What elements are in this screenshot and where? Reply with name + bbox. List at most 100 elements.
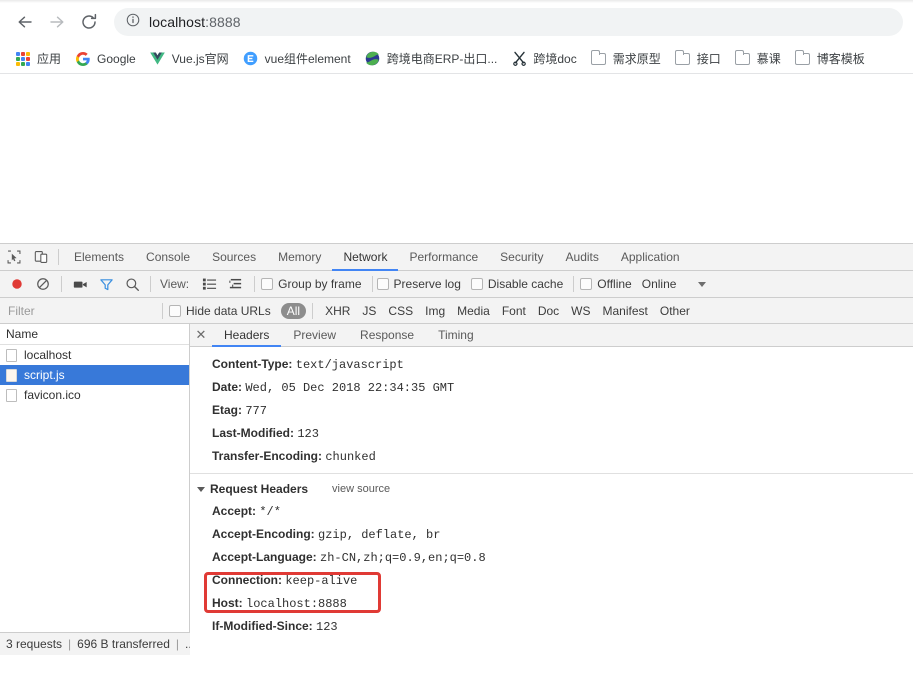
network-status-bar: 3 requests | 696 B transferred | ...	[0, 632, 190, 655]
reload-button[interactable]	[74, 7, 104, 37]
filter-type-manifest[interactable]: Manifest	[597, 303, 654, 319]
checkbox-label: Preserve log	[393, 277, 461, 291]
request-headers-section-title[interactable]: Request Headers view source	[190, 478, 913, 500]
toolbar-divider	[254, 276, 256, 292]
forward-button[interactable]	[42, 7, 72, 37]
tab-sources[interactable]: Sources	[201, 244, 267, 270]
hide-data-urls-checkbox[interactable]: Hide data URLs	[169, 304, 271, 318]
header-row-date: Date: Wed, 05 Dec 2018 22:34:35 GMT	[190, 376, 913, 399]
tab-memory[interactable]: Memory	[267, 244, 332, 270]
bookmark-folder-blog-template[interactable]: 博客模板	[788, 47, 872, 71]
checkbox-label: Group by frame	[278, 277, 362, 291]
detail-tab-response[interactable]: Response	[348, 324, 426, 346]
tab-application[interactable]: Application	[610, 244, 691, 270]
tab-label: Sources	[212, 250, 257, 264]
view-list-button[interactable]	[196, 271, 222, 297]
detail-tab-headers[interactable]: Headers	[212, 324, 282, 347]
tab-audits[interactable]: Audits	[555, 244, 610, 270]
header-key: Transfer-Encoding:	[212, 449, 323, 463]
bookmark-folder-requirements[interactable]: 需求原型	[584, 47, 668, 71]
header-value: 123	[297, 427, 319, 441]
detail-tab-timing[interactable]: Timing	[426, 324, 486, 346]
filter-type-css[interactable]: CSS	[382, 303, 419, 319]
bookmark-label: 跨境电商ERP-出口...	[386, 52, 498, 66]
offline-checkbox[interactable]: Offline	[580, 277, 632, 291]
bookmark-erp[interactable]: 跨境电商ERP-出口...	[358, 47, 505, 71]
filter-type-js[interactable]: JS	[356, 303, 382, 319]
column-header-name: Name	[6, 327, 39, 341]
script-icon	[6, 368, 17, 382]
tab-elements[interactable]: Elements	[63, 244, 135, 270]
back-button[interactable]	[10, 7, 40, 37]
header-key: Last-Modified:	[212, 426, 294, 440]
capture-screenshots-button[interactable]	[67, 271, 93, 297]
bookmark-google[interactable]: Google	[68, 47, 143, 71]
clear-button[interactable]	[30, 271, 56, 297]
group-by-frame-checkbox[interactable]: Group by frame	[261, 277, 362, 291]
tab-security[interactable]: Security	[489, 244, 554, 270]
header-value: text/javascript	[295, 358, 404, 372]
filter-type-img[interactable]: Img	[419, 303, 451, 319]
header-key: Connection:	[212, 573, 282, 587]
bookmark-folder-mooc[interactable]: 慕课	[728, 47, 788, 71]
close-icon[interactable]: ✕	[190, 324, 212, 346]
tab-network[interactable]: Network	[332, 244, 399, 271]
bookmark-folder-api[interactable]: 接口	[668, 47, 728, 71]
filter-type-xhr[interactable]: XHR	[319, 303, 356, 319]
apps-grid-icon	[15, 51, 31, 67]
network-body: Name localhost script.js favicon.ico ✕ H…	[0, 324, 913, 632]
network-status-bar-row: 3 requests | 696 B transferred | ...	[0, 632, 913, 655]
throttling-select[interactable]: Online	[642, 277, 677, 291]
filter-type-font[interactable]: Font	[496, 303, 532, 319]
view-source-link[interactable]: view source	[332, 478, 390, 500]
disable-cache-checkbox[interactable]: Disable cache	[470, 277, 563, 291]
tab-performance[interactable]: Performance	[398, 244, 489, 270]
filter-input[interactable]	[0, 298, 162, 323]
record-button[interactable]	[4, 271, 30, 297]
tab-label: Security	[500, 250, 544, 264]
bookmark-label: Vue.js官网	[171, 52, 229, 66]
header-row-content-type: Content-Type: text/javascript	[190, 353, 913, 376]
page-viewport	[0, 74, 913, 243]
bookmark-kuajing-doc[interactable]: 跨境doc	[504, 47, 583, 71]
filter-type-doc[interactable]: Doc	[532, 303, 565, 319]
request-row-localhost[interactable]: localhost	[0, 345, 189, 365]
triangle-down-icon[interactable]	[197, 486, 205, 492]
preserve-log-checkbox[interactable]: Preserve log	[376, 277, 461, 291]
tab-console[interactable]: Console	[135, 244, 201, 270]
address-bar[interactable]: localhost:8888	[114, 8, 903, 36]
request-list: Name localhost script.js favicon.ico	[0, 324, 190, 632]
request-detail-panel: ✕ Headers Preview Response Timing Conten…	[190, 324, 913, 632]
inspect-element-icon[interactable]	[0, 244, 27, 270]
info-circle-icon[interactable]	[126, 13, 140, 32]
chevron-down-icon[interactable]	[698, 281, 707, 287]
view-waterfall-button[interactable]	[222, 271, 248, 297]
tab-label: Memory	[278, 250, 322, 264]
tab-label: Performance	[409, 250, 479, 264]
bookmark-element-ui[interactable]: vue组件element	[236, 47, 358, 71]
filter-type-media[interactable]: Media	[451, 303, 496, 319]
toolbar-divider	[312, 302, 314, 319]
filter-type-all[interactable]: All	[280, 302, 307, 319]
bookmark-label: vue组件element	[264, 52, 351, 66]
filter-type-ws[interactable]: WS	[565, 303, 596, 319]
bookmark-label: 跨境doc	[533, 52, 577, 66]
bookmark-apps[interactable]: 应用	[8, 47, 68, 71]
search-button[interactable]	[119, 271, 145, 297]
bookmark-label: 慕课	[756, 52, 781, 66]
tab-label: Elements	[74, 250, 125, 264]
checkbox-box	[169, 304, 181, 317]
bookmark-vuejs[interactable]: Vue.js官网	[143, 47, 236, 71]
filter-toggle-button[interactable]	[93, 271, 119, 297]
headers-content[interactable]: Content-Type: text/javascript Date: Wed,…	[190, 347, 913, 632]
request-row-favicon-ico[interactable]: favicon.ico	[0, 385, 189, 405]
request-name: favicon.ico	[24, 388, 81, 402]
detail-tab-preview[interactable]: Preview	[281, 324, 348, 346]
reload-icon	[82, 13, 97, 29]
device-toolbar-icon[interactable]	[27, 244, 54, 270]
url-host: localhost	[149, 14, 206, 30]
request-row-script-js[interactable]: script.js	[0, 365, 189, 385]
request-list-column-header[interactable]: Name	[0, 324, 189, 345]
filter-type-other[interactable]: Other	[654, 303, 696, 319]
tab-label: Preview	[293, 328, 337, 342]
